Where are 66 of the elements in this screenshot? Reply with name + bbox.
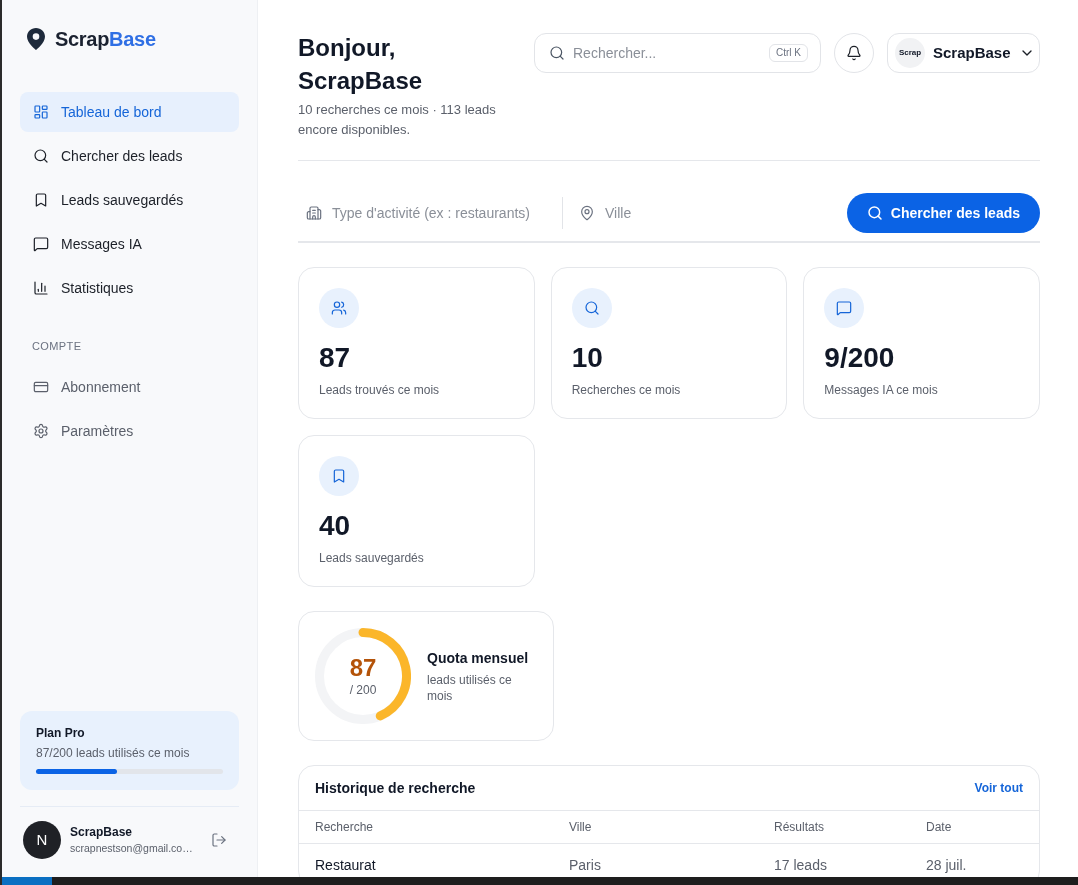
account-menu-button[interactable]: Scrap ScrapBase [887, 33, 1040, 73]
view-all-link[interactable]: Voir tout [974, 779, 1023, 797]
search-icon [571, 288, 612, 328]
status-bar-segment [2, 877, 52, 885]
map-pin-logo-icon [27, 28, 45, 50]
table-cell-text: Paris [569, 855, 602, 875]
greeting-subtitle: 10 recherches ce mois · 113 leads encore disponibles. [298, 101, 497, 139]
user-name: ScrapBase [70, 824, 134, 840]
shortcut-hint: Ctrl K [769, 44, 808, 62]
stat-label: Leads sauvegardés [319, 550, 425, 566]
quota-value: 87 [349, 654, 377, 682]
stat-label: Leads trouvés ce mois [319, 382, 441, 398]
user-avatar: N [23, 821, 61, 859]
table-cell-text: Restaurat [315, 855, 377, 875]
plan-title: Plan Pro [36, 725, 86, 741]
city-input[interactable]: Ville [605, 197, 847, 229]
plan-usage: 87/200 leads utilisés ce mois [36, 745, 191, 761]
credit-card-icon [33, 379, 49, 395]
dashboard-icon [33, 104, 49, 120]
nav-item[interactable]: Paramètres [20, 411, 239, 451]
quota-total: / 200 [349, 682, 377, 698]
bell-icon [846, 45, 862, 61]
bookmark-icon [33, 192, 49, 208]
nav-item[interactable]: Abonnement [20, 367, 239, 407]
stat-value: 40 [319, 510, 352, 542]
stat-label: Recherches ce mois [571, 382, 682, 398]
users-icon [319, 288, 359, 328]
search-input[interactable]: Rechercher... [573, 37, 761, 69]
nav-item[interactable]: Leads sauvegardés [20, 180, 239, 220]
settings-icon [33, 423, 49, 439]
table-cell-text: 17 leads [774, 855, 828, 875]
search-icon [33, 148, 49, 164]
search-leads-button[interactable]: Chercher des leads [846, 193, 1040, 233]
activity-input[interactable]: Type d'activité (ex : restaurants) [332, 197, 554, 229]
user-email: scrapnestson@gmail.co… [70, 841, 194, 856]
column-header: Ville [569, 819, 593, 836]
column-header: Recherche [315, 819, 375, 836]
nav-item[interactable]: Statistiques [20, 268, 239, 308]
logout-icon[interactable] [211, 832, 227, 848]
nav-item[interactable]: Chercher des leads [20, 136, 239, 176]
table-cell-text: 28 juil. [926, 855, 968, 875]
section-title: Historique de recherche [315, 778, 476, 798]
logo-text: ScrapBase [55, 27, 156, 51]
nav-item[interactable]: Messages IA [20, 224, 239, 264]
nav-item[interactable]: Tableau de bord [20, 92, 239, 132]
stat-value: 87 [319, 342, 352, 374]
search-icon [549, 45, 565, 61]
column-header: Date [926, 819, 953, 836]
chat-bubble-icon [824, 288, 865, 328]
search-icon [866, 205, 883, 221]
quota-subtitle: leads utilisés ce mois [427, 672, 513, 704]
bookmark-icon [319, 456, 359, 496]
notification-button[interactable] [834, 33, 874, 73]
column-header: Résultats [774, 819, 826, 836]
stat-value: 10 [571, 342, 604, 374]
map-pin-icon [579, 205, 595, 221]
stat-label: Messages IA ce mois [824, 382, 939, 398]
section-heading: COMPTE [32, 340, 82, 352]
stat-value: 9/200 [824, 342, 896, 374]
search-field[interactable]: Rechercher... Ctrl K [534, 33, 821, 73]
greeting-heading: Bonjour, ScrapBase [298, 33, 424, 96]
building-icon [306, 205, 322, 221]
bar-chart-icon [33, 280, 49, 296]
quota-title: Quota mensuel [427, 649, 530, 668]
account-avatar: Scrap [895, 38, 925, 68]
chat-bubble-icon [33, 236, 49, 252]
